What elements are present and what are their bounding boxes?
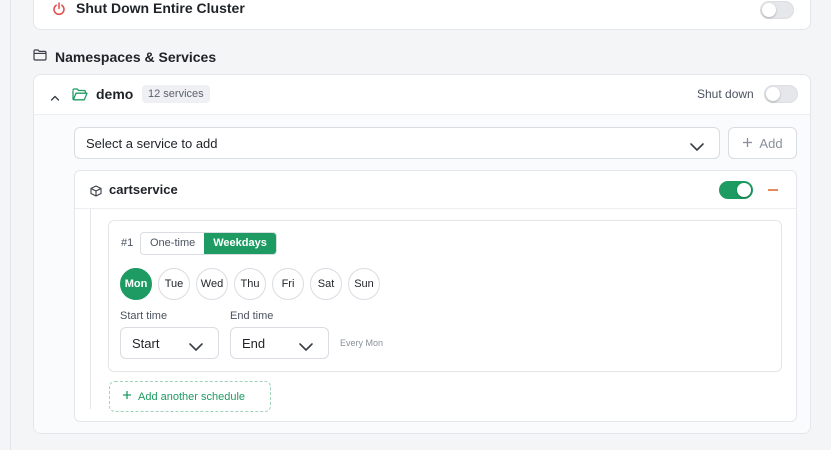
namespace-body: Select a service to add Add cartservice (34, 115, 810, 433)
section-header: Namespaces & Services (33, 48, 216, 66)
chevron-down-icon (689, 139, 705, 157)
schedule-summary: Every Mon (340, 338, 384, 348)
toggle-knob (766, 87, 780, 101)
weekday-picker: Mon Tue Wed Thu Fri Sat Sun (120, 268, 380, 300)
plus-icon (122, 390, 132, 403)
chevron-up-icon[interactable] (50, 89, 60, 107)
end-time-select[interactable]: End (230, 327, 329, 359)
toggle-knob (737, 183, 751, 197)
service-name: cartservice (109, 182, 178, 197)
add-schedule-label: Add another schedule (138, 390, 246, 403)
chevron-down-icon (188, 339, 204, 357)
section-title: Namespaces & Services (55, 49, 217, 65)
schedule-number: #1 (121, 237, 134, 249)
day-tue[interactable]: Tue (158, 268, 190, 300)
service-header: cartservice (75, 171, 796, 209)
mode-one-time[interactable]: One-time (141, 233, 205, 254)
folder-icon (33, 48, 47, 66)
service-select[interactable]: Select a service to add (74, 127, 720, 159)
service-card: cartservice #1 One-time Weekdays Mon Tue… (74, 170, 797, 422)
namespace-shutdown-toggle[interactable] (764, 85, 798, 103)
namespace-name: demo (96, 86, 134, 102)
day-sat[interactable]: Sat (310, 268, 342, 300)
day-wed[interactable]: Wed (196, 268, 228, 300)
service-enabled-toggle[interactable] (719, 181, 753, 199)
add-service-button[interactable]: Add (728, 127, 797, 159)
add-schedule-button[interactable]: Add another schedule (109, 381, 271, 412)
remove-service-icon[interactable] (768, 189, 778, 191)
start-time-value: Start (132, 336, 160, 351)
add-service-label: Add (759, 135, 783, 151)
left-divider (10, 0, 11, 450)
package-icon (90, 184, 102, 202)
namespace-shutdown-label: Shut down (697, 87, 754, 101)
end-time-value: End (242, 336, 266, 351)
service-count-badge: 12 services (142, 85, 210, 103)
schedule-rail (90, 209, 91, 409)
power-icon (52, 2, 66, 21)
day-mon[interactable]: Mon (120, 268, 152, 300)
day-fri[interactable]: Fri (272, 268, 304, 300)
start-time-label: Start time (120, 310, 168, 322)
cluster-shutdown-toggle[interactable] (760, 1, 794, 19)
toggle-knob (762, 3, 776, 17)
cluster-shutdown-label: Shut Down Entire Cluster (76, 0, 245, 16)
service-select-value: Select a service to add (86, 136, 218, 151)
schedule-mode-toggle: One-time Weekdays (140, 232, 277, 255)
mode-weekdays[interactable]: Weekdays (204, 233, 276, 254)
day-thu[interactable]: Thu (234, 268, 266, 300)
chevron-down-icon (298, 339, 314, 357)
cluster-shutdown-card: Shut Down Entire Cluster (33, 0, 811, 30)
namespace-header[interactable]: demo 12 services Shut down (34, 75, 810, 115)
schedule-card: #1 One-time Weekdays Mon Tue Wed Thu Fri… (108, 220, 782, 372)
end-time-label: End time (230, 310, 274, 322)
plus-icon (742, 136, 753, 151)
namespace-card: demo 12 services Shut down Select a serv… (33, 74, 811, 434)
start-time-select[interactable]: Start (120, 327, 219, 359)
day-sun[interactable]: Sun (348, 268, 380, 300)
folder-open-icon (72, 88, 88, 106)
